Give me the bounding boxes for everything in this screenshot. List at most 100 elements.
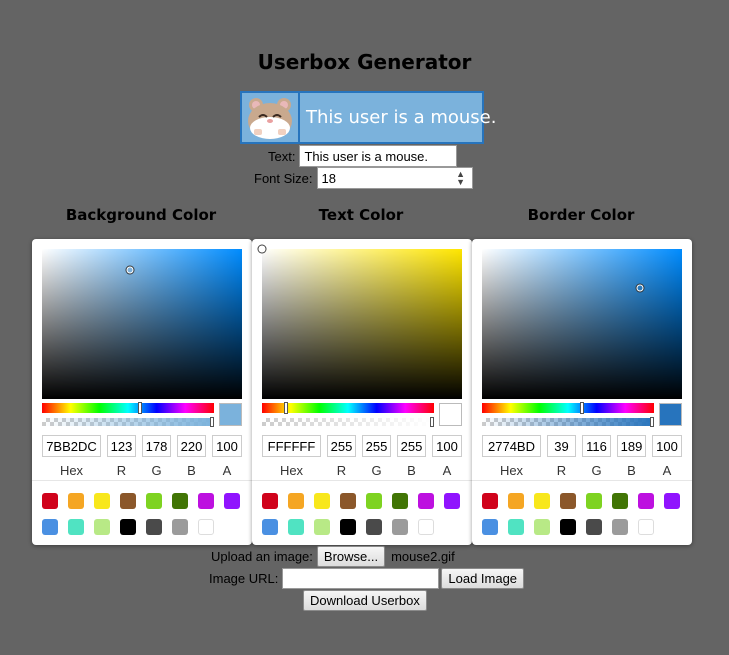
background-saturation-area[interactable] — [42, 249, 242, 399]
background-g-input[interactable]: 178 — [142, 435, 171, 457]
background-preset-swatch[interactable] — [146, 493, 162, 509]
background-color-heading: Background Color — [65, 206, 217, 224]
border-g-label: G — [591, 463, 602, 478]
border-b-label: B — [627, 463, 636, 478]
text-preset-swatch[interactable] — [418, 519, 434, 535]
border-preset-swatch[interactable] — [612, 493, 628, 509]
background-preset-swatch[interactable] — [120, 519, 136, 535]
load-image-button[interactable]: Load Image — [441, 568, 525, 589]
divider — [472, 480, 692, 481]
text-alpha-slider[interactable] — [262, 417, 434, 427]
text-preset-swatch[interactable] — [444, 493, 460, 509]
font-size-label: Font Size: — [254, 170, 313, 186]
text-preset-swatch[interactable] — [314, 519, 330, 535]
text-input[interactable]: This user is a mouse. — [299, 145, 458, 167]
background-preset-swatch[interactable] — [42, 519, 58, 535]
border-preset-swatch[interactable] — [612, 519, 628, 535]
border-r-input[interactable]: 39 — [547, 435, 576, 457]
background-a-input[interactable]: 100 — [212, 435, 242, 457]
text-hue-slider[interactable] — [262, 402, 434, 414]
background-preset-swatch[interactable] — [172, 493, 188, 509]
background-saturation-cursor[interactable] — [126, 266, 134, 274]
text-preset-swatch[interactable] — [392, 519, 408, 535]
border-preset-swatch[interactable] — [534, 519, 550, 535]
border-alpha-thumb[interactable] — [650, 417, 654, 427]
text-preset-swatch[interactable] — [392, 493, 408, 509]
border-preset-swatch[interactable] — [664, 493, 680, 509]
image-url-input[interactable] — [282, 568, 440, 589]
background-preset-swatch[interactable] — [68, 493, 84, 509]
border-hue-thumb[interactable] — [579, 402, 584, 414]
stepper-arrows-icon[interactable]: ▲ ▼ — [454, 170, 468, 187]
text-preset-swatch[interactable] — [418, 493, 434, 509]
border-alpha-slider[interactable] — [482, 417, 654, 427]
background-r-input[interactable]: 123 — [107, 435, 136, 457]
background-hue-thumb[interactable] — [138, 402, 143, 414]
background-preset-swatch[interactable] — [94, 519, 110, 535]
background-preset-swatch[interactable] — [172, 519, 188, 535]
border-preset-swatch[interactable] — [638, 519, 654, 535]
text-preset-swatch[interactable] — [262, 493, 278, 509]
text-hex-input[interactable]: FFFFFF — [262, 435, 321, 457]
background-hex-input[interactable]: 7BB2DC — [42, 435, 101, 457]
background-hex-label: Hex — [59, 463, 84, 478]
background-hue-slider[interactable] — [42, 402, 214, 414]
text-saturation-cursor[interactable] — [258, 245, 266, 253]
border-preset-swatch[interactable] — [560, 493, 576, 509]
text-preset-swatch[interactable] — [366, 493, 382, 509]
background-preset-swatch[interactable] — [120, 493, 136, 509]
background-alpha-slider[interactable] — [42, 417, 214, 427]
border-preset-swatch[interactable] — [508, 493, 524, 509]
text-preset-swatch[interactable] — [340, 493, 356, 509]
border-preset-swatch[interactable] — [638, 493, 654, 509]
text-preset-swatch[interactable] — [340, 519, 356, 535]
download-userbox-button[interactable]: Download Userbox — [303, 590, 427, 611]
border-hex-input[interactable]: 2774BD — [482, 435, 541, 457]
text-preset-swatch[interactable] — [288, 493, 304, 509]
border-preset-swatch[interactable] — [586, 519, 602, 535]
background-preset-swatch[interactable] — [68, 519, 84, 535]
border-a-input[interactable]: 100 — [652, 435, 682, 457]
text-preset-swatch[interactable] — [314, 493, 330, 509]
border-preset-swatch[interactable] — [508, 519, 524, 535]
text-preset-swatch[interactable] — [262, 519, 278, 535]
text-a-input[interactable]: 100 — [432, 435, 462, 457]
border-preset-swatch[interactable] — [482, 519, 498, 535]
divider — [32, 480, 252, 481]
text-saturation-area[interactable] — [258, 245, 462, 399]
background-preset-swatch[interactable] — [42, 493, 58, 509]
text-preset-swatch[interactable] — [288, 519, 304, 535]
border-g-input[interactable]: 116 — [582, 435, 611, 457]
background-preset-swatch[interactable] — [198, 519, 214, 535]
border-preset-swatch[interactable] — [586, 493, 602, 509]
font-size-input[interactable]: 18 ▲ ▼ — [316, 167, 473, 189]
border-color-preview — [659, 403, 682, 426]
text-r-input[interactable]: 255 — [327, 435, 356, 457]
text-g-input[interactable]: 255 — [362, 435, 391, 457]
background-preset-swatch[interactable] — [146, 519, 162, 535]
text-preset-swatch[interactable] — [366, 519, 382, 535]
text-hue-thumb[interactable] — [284, 402, 289, 414]
text-g-label: G — [371, 463, 382, 478]
background-b-input[interactable]: 220 — [177, 435, 206, 457]
border-saturation-area[interactable] — [482, 249, 682, 399]
browse-button[interactable]: Browse... — [316, 546, 386, 567]
border-preset-swatch[interactable] — [482, 493, 498, 509]
border-color-picker: 2774BD Hex 39 R 116 G 189 B 100 A — [472, 239, 692, 545]
text-hex-label: Hex — [279, 463, 304, 478]
text-label: Text: — [268, 148, 296, 164]
border-saturation-cursor[interactable] — [636, 284, 644, 292]
text-b-input[interactable]: 255 — [397, 435, 426, 457]
border-preset-swatch[interactable] — [560, 519, 576, 535]
border-preset-swatch[interactable] — [534, 493, 550, 509]
border-hue-slider[interactable] — [482, 402, 654, 414]
background-alpha-thumb[interactable] — [210, 417, 214, 427]
background-preset-swatch[interactable] — [224, 493, 240, 509]
text-alpha-thumb[interactable] — [430, 417, 434, 427]
background-color-preview — [219, 403, 242, 426]
background-preset-swatch[interactable] — [198, 493, 214, 509]
text-color-preview — [439, 403, 462, 426]
background-preset-swatch[interactable] — [94, 493, 110, 509]
border-color-heading: Border Color — [527, 206, 635, 224]
border-b-input[interactable]: 189 — [617, 435, 646, 457]
